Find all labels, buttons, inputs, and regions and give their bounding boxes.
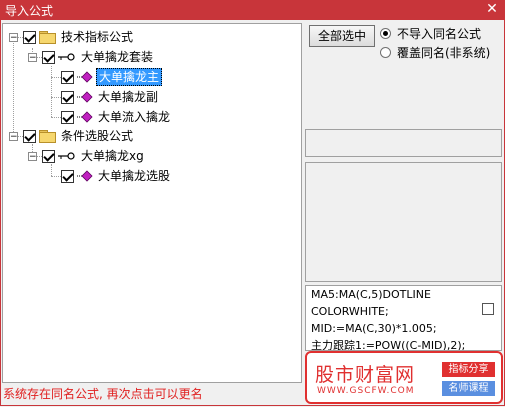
code-line: COLORWHITE; bbox=[311, 305, 389, 318]
item-label: 大单流入擒龙 bbox=[98, 110, 171, 124]
tree-guide bbox=[51, 164, 52, 176]
collapse-icon[interactable]: − bbox=[9, 33, 18, 43]
key-icon bbox=[58, 152, 75, 160]
group-label: 技术指标公式 bbox=[61, 30, 134, 44]
formula-tree[interactable]: − 技术指标公式 − 大单擒龙套装 大单擒龙主 大单擒龙副 大单流入擒龙 − 条… bbox=[2, 23, 302, 383]
preview-checkbox[interactable] bbox=[482, 303, 494, 315]
tree-guide bbox=[13, 37, 14, 134]
collapse-icon[interactable]: − bbox=[28, 152, 37, 162]
collapse-icon[interactable]: − bbox=[9, 132, 18, 142]
description-panel bbox=[305, 162, 502, 282]
title-bar: 导入公式 ✕ bbox=[0, 0, 505, 20]
window-title: 导入公式 bbox=[5, 4, 54, 18]
code-line: MID:=MA(C,30)*1.005; bbox=[311, 322, 437, 335]
folder-icon bbox=[39, 31, 56, 44]
set-checkbox[interactable] bbox=[42, 50, 55, 64]
formula-icon bbox=[77, 170, 93, 182]
collapse-icon[interactable]: − bbox=[28, 53, 37, 63]
key-icon bbox=[58, 53, 75, 61]
formula-preview[interactable]: MA5:MA(C,5)DOTLINE COLORWHITE; MID:=MA(C… bbox=[305, 285, 502, 351]
item-label: 大单擒龙副 bbox=[98, 90, 159, 104]
code-line: MA5:MA(C,5)DOTLINE bbox=[311, 288, 431, 301]
select-all-button[interactable]: 全部选中 bbox=[309, 25, 375, 47]
set-label: 大单擒龙套装 bbox=[81, 50, 154, 64]
tree-item[interactable]: 大单擒龙选股 bbox=[61, 167, 172, 185]
radio-label: 覆盖同名(非系统) bbox=[397, 46, 491, 60]
watermark-site: 股市财富网 bbox=[315, 364, 416, 386]
group-label: 条件选股公式 bbox=[61, 129, 134, 143]
status-message: 系统存在同名公式, 再次点击可以更名 bbox=[3, 387, 203, 401]
tree-node-group[interactable]: 技术指标公式 bbox=[23, 28, 135, 46]
item-checkbox[interactable] bbox=[61, 110, 74, 124]
tree-node-group[interactable]: 条件选股公式 bbox=[23, 127, 135, 145]
group-checkbox[interactable] bbox=[23, 129, 36, 143]
item-checkbox[interactable] bbox=[61, 90, 74, 104]
radio-label: 不导入同名公式 bbox=[397, 27, 482, 41]
radio-indicator[interactable] bbox=[380, 28, 391, 39]
radio-no-import[interactable]: 不导入同名公式 bbox=[380, 25, 481, 42]
item-checkbox[interactable] bbox=[61, 70, 74, 84]
code-line: 主力跟踪1:=POW((C-MID),2); bbox=[311, 339, 466, 351]
formula-icon bbox=[77, 111, 93, 123]
item-checkbox[interactable] bbox=[61, 169, 74, 183]
tree-node-set[interactable]: 大单擒龙套装 bbox=[42, 48, 155, 66]
set-label: 大单擒龙xg bbox=[81, 149, 144, 163]
set-checkbox[interactable] bbox=[42, 149, 55, 163]
tree-item[interactable]: 大单擒龙副 bbox=[61, 88, 160, 106]
watermark-url: WWW.GSCFW.COM bbox=[317, 386, 415, 396]
watermark-logo: 股市财富网 WWW.GSCFW.COM 指标分享 名师课程 bbox=[305, 351, 503, 404]
group-checkbox[interactable] bbox=[23, 30, 36, 44]
watermark-tag: 名师课程 bbox=[442, 381, 495, 396]
item-label: 大单擒龙选股 bbox=[98, 169, 171, 183]
watermark-tag: 指标分享 bbox=[442, 362, 495, 377]
tree-item[interactable]: 大单擒龙主 bbox=[61, 68, 163, 86]
name-panel bbox=[305, 129, 502, 157]
tree-node-set[interactable]: 大单擒龙xg bbox=[42, 147, 146, 165]
radio-indicator[interactable] bbox=[380, 47, 391, 58]
tree-item[interactable]: 大单流入擒龙 bbox=[61, 108, 172, 126]
item-label-selected: 大单擒龙主 bbox=[96, 68, 163, 86]
tree-guide bbox=[51, 66, 52, 117]
folder-icon bbox=[39, 130, 56, 143]
formula-icon bbox=[77, 71, 93, 83]
close-icon[interactable]: ✕ bbox=[485, 1, 499, 17]
radio-overwrite[interactable]: 覆盖同名(非系统) bbox=[380, 44, 490, 61]
formula-icon bbox=[77, 91, 93, 103]
